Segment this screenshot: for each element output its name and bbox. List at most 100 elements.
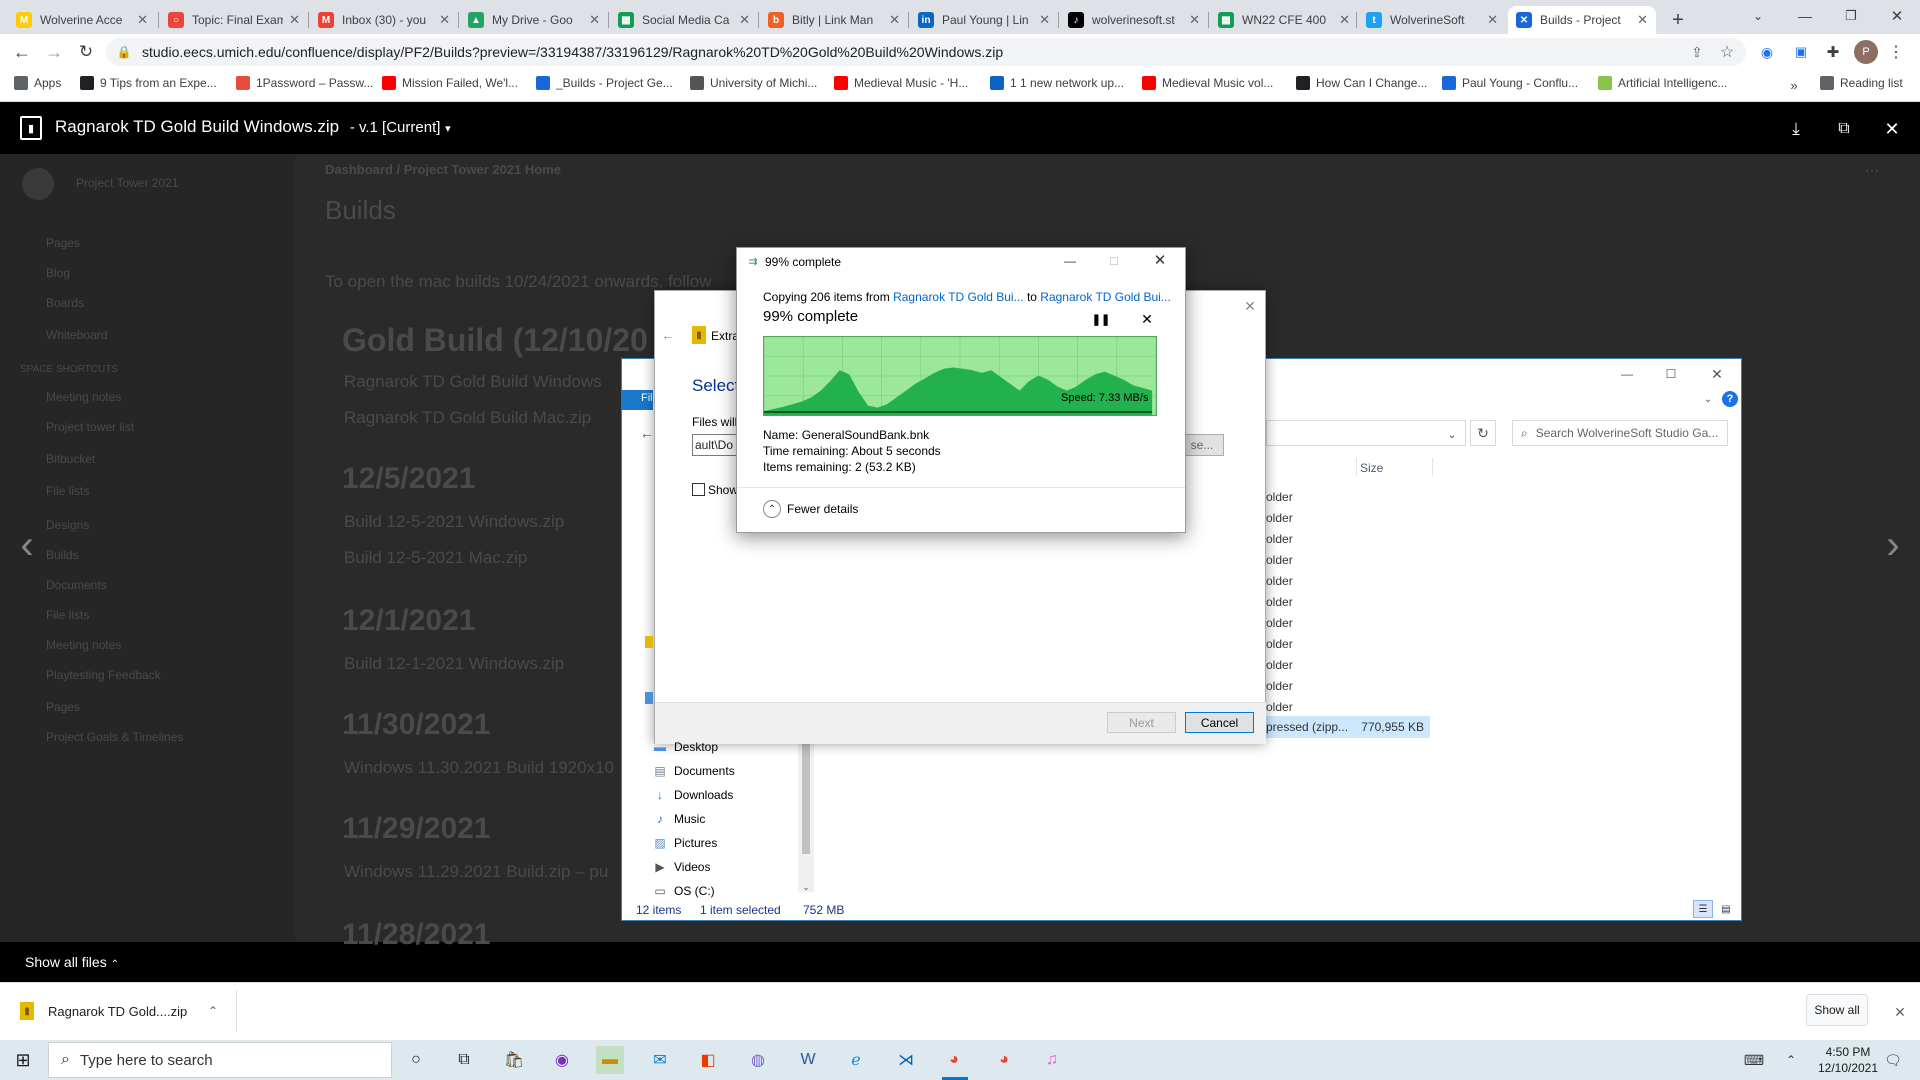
share-icon[interactable]: ⇪ — [1686, 42, 1708, 62]
sidebar-item[interactable]: Project Goals & Timelines — [46, 730, 183, 744]
file-type-cell[interactable]: older — [1266, 553, 1293, 567]
close-tab-icon[interactable]: ✕ — [1487, 12, 1498, 28]
back-arrow-icon[interactable]: ← — [8, 40, 36, 64]
tab-8[interactable]: ▦ WN22 CFE 400 ✕ — [1210, 6, 1358, 34]
build-file-link[interactable]: Ragnarok TD Gold Build Mac.zip — [344, 408, 591, 428]
nav-item[interactable]: ♪ Music — [652, 810, 705, 828]
file-type-cell[interactable]: older — [1266, 490, 1293, 504]
notifications-icon[interactable]: 🗨 — [1882, 1050, 1904, 1070]
scroll-down-icon[interactable]: ⌄ — [798, 880, 814, 894]
windows-start-icon[interactable]: ⊞ — [8, 1046, 38, 1074]
vscode-icon[interactable]: ⋊ — [892, 1046, 920, 1074]
file-type-cell[interactable]: older — [1266, 637, 1293, 651]
download-icon[interactable]: ⤓ — [1784, 117, 1808, 141]
store-icon[interactable]: 🛍 — [500, 1046, 528, 1074]
sidebar-item[interactable]: File lists — [46, 608, 89, 622]
lock-icon[interactable]: 🔒 — [116, 44, 132, 60]
bookmark-item[interactable]: Reading list — [1820, 76, 1903, 90]
bookmark-item[interactable]: 9 Tips from an Expe... — [80, 76, 217, 90]
next-file-icon[interactable]: › — [1878, 520, 1908, 570]
discord-icon[interactable]: ◍ — [744, 1046, 772, 1074]
nav-item[interactable]: ▶ Videos — [652, 858, 710, 876]
close-explorer-button[interactable]: ✕ — [1702, 364, 1732, 384]
tab-0[interactable]: M Wolverine Acce ✕ — [8, 6, 156, 34]
github-desktop-icon[interactable]: ◉ — [548, 1046, 576, 1074]
help-icon[interactable]: ? — [1722, 391, 1738, 407]
close-wizard-button[interactable]: ✕ — [1240, 296, 1260, 316]
nav-item[interactable]: ▤ Documents — [652, 762, 734, 780]
file-type-cell[interactable]: older — [1266, 679, 1293, 693]
bookmark-item[interactable]: Paul Young - Conflu... — [1442, 76, 1578, 90]
sidebar-item[interactable]: Bitbucket — [46, 452, 95, 466]
sidebar-item[interactable]: Project tower list — [46, 420, 134, 434]
sidebar-item[interactable]: Blog — [46, 266, 70, 280]
close-tab-icon[interactable]: ✕ — [1039, 12, 1050, 28]
bookmark-item[interactable]: Apps — [14, 76, 61, 90]
new-tab-button[interactable]: + — [1664, 6, 1692, 34]
extensions-puzzle-icon[interactable]: ✚ — [1822, 42, 1844, 62]
refresh-icon[interactable]: ↻ — [1470, 420, 1496, 446]
tab-3[interactable]: ▲ My Drive - Goo ✕ — [460, 6, 608, 34]
build-file-link[interactable]: Ragnarok TD Gold Build Windows — [344, 372, 602, 392]
tiles-view-icon[interactable]: ▤ — [1716, 900, 1736, 918]
bookmark-item[interactable]: Mission Failed, We'l... — [382, 76, 518, 90]
extension-screen-icon[interactable]: ▣ — [1790, 42, 1812, 62]
zip-file-row[interactable]: pressed (zipp... 770,955 KB — [1262, 716, 1430, 738]
cancel-button[interactable]: Cancel — [1185, 712, 1254, 733]
close-viewer-icon[interactable]: ✕ — [1880, 117, 1904, 141]
reload-icon[interactable]: ↻ — [72, 40, 100, 64]
chevron-up-icon[interactable]: ⌃ — [204, 1002, 222, 1020]
tab-2[interactable]: M Inbox (30) - you ✕ — [310, 6, 458, 34]
file-type-cell[interactable]: older — [1266, 574, 1293, 588]
sidebar-item[interactable]: Meeting notes — [46, 638, 121, 652]
taskbar-clock[interactable]: 4:50 PM 12/10/2021 — [1816, 1044, 1880, 1076]
minimize-explorer-button[interactable]: — — [1612, 364, 1642, 384]
tab-9[interactable]: t WolverineSoft ✕ — [1358, 6, 1506, 34]
extension-1password-icon[interactable]: ◉ — [1756, 42, 1778, 62]
restore-window-button[interactable]: ❐ — [1836, 4, 1866, 28]
bookmark-item[interactable]: Medieval Music - 'H... — [834, 76, 968, 90]
word-icon[interactable]: W — [794, 1046, 822, 1074]
chevron-down-icon[interactable]: ⌄ — [1748, 4, 1768, 28]
bookmark-item[interactable]: Medieval Music vol... — [1142, 76, 1273, 90]
sidebar-item[interactable]: Pages — [46, 700, 80, 714]
sidebar-item[interactable]: Boards — [46, 296, 84, 310]
nav-item[interactable]: ↓ Downloads — [652, 786, 733, 804]
file-type-cell[interactable]: older — [1266, 658, 1293, 672]
tab-5[interactable]: b Bitly | Link Man ✕ — [760, 6, 908, 34]
show-all-files-button[interactable]: Show all files ⌃ — [25, 954, 119, 970]
itunes-icon[interactable]: ♫ — [1038, 1046, 1066, 1074]
previous-file-icon[interactable]: ‹ — [12, 520, 42, 570]
build-file-link[interactable]: Windows 11.29.2021 Build.zip – pu — [344, 862, 608, 882]
next-button[interactable]: Next — [1107, 712, 1176, 733]
nav-item[interactable]: ▬ Desktop — [652, 738, 718, 756]
download-file-name[interactable]: Ragnarok TD Gold....zip — [48, 1004, 187, 1019]
build-file-link[interactable]: Build 12-1-2021 Windows.zip — [344, 654, 564, 674]
sidebar-item[interactable]: Builds — [46, 548, 79, 562]
back-arrow-icon[interactable]: ← — [660, 326, 676, 344]
nav-item[interactable]: ▭ OS (C:) — [652, 882, 714, 900]
size-column-header[interactable]: Size — [1360, 461, 1383, 475]
close-shelf-icon[interactable]: ✕ — [1890, 1002, 1910, 1022]
bookmark-item[interactable]: University of Michi... — [690, 76, 817, 90]
close-tab-icon[interactable]: ✕ — [739, 12, 750, 28]
forward-arrow-icon[interactable]: → — [40, 40, 68, 64]
sidebar-item[interactable]: File lists — [46, 484, 89, 498]
close-tab-icon[interactable]: ✕ — [1339, 12, 1350, 28]
close-tab-icon[interactable]: ✕ — [439, 12, 450, 28]
profile-avatar[interactable]: P — [1854, 40, 1878, 64]
bookmark-item[interactable]: 1Password – Passw... — [236, 76, 373, 90]
close-window-button[interactable]: ✕ — [1882, 4, 1912, 28]
build-file-link[interactable]: Build 12-5-2021 Windows.zip — [344, 512, 564, 532]
tab-4[interactable]: ▦ Social Media Ca ✕ — [610, 6, 758, 34]
close-tab-icon[interactable]: ✕ — [1637, 12, 1648, 28]
more-menu-icon[interactable]: ⋮ — [1886, 42, 1906, 62]
chevron-down-icon[interactable]: ▾ — [445, 123, 451, 135]
office-icon[interactable]: ◧ — [694, 1046, 722, 1074]
file-type-cell[interactable]: older — [1266, 532, 1293, 546]
bookmarks-overflow-icon[interactable]: » — [1786, 76, 1802, 94]
tab-1[interactable]: ○ Topic: Final Exam ✕ — [160, 6, 308, 34]
mail-icon[interactable]: ✉ — [646, 1046, 674, 1074]
sidebar-item[interactable]: Meeting notes — [46, 390, 121, 404]
file-type-cell[interactable]: older — [1266, 595, 1293, 609]
